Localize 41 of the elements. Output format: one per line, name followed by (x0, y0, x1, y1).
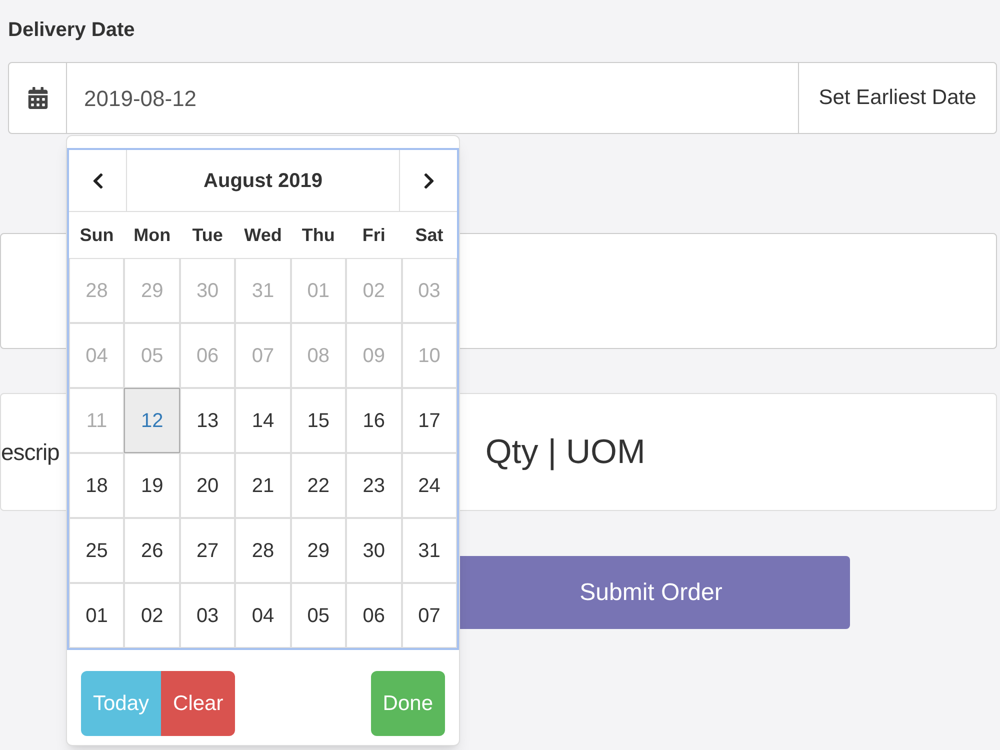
day-cell[interactable]: 27 (180, 518, 236, 583)
day-cell[interactable]: 23 (346, 453, 402, 518)
day-cell[interactable]: 28 (235, 518, 291, 583)
weekday-header: Mon (132, 224, 172, 246)
chevron-left-icon (90, 172, 104, 190)
day-cell[interactable]: 25 (69, 518, 124, 583)
chevron-right-icon (422, 172, 436, 190)
month-title[interactable]: August 2019 (127, 150, 399, 211)
day-cell[interactable]: 17 (402, 388, 457, 453)
day-cell[interactable]: 20 (180, 453, 236, 518)
day-cell[interactable]: 01 (69, 583, 124, 648)
day-cell[interactable]: 06 (346, 583, 402, 648)
day-cell[interactable]: 12 (124, 388, 180, 453)
day-cell[interactable]: 05 (290, 583, 346, 648)
weekday-header: Tue (191, 224, 224, 246)
weekday-header: Sat (414, 224, 444, 246)
day-cell[interactable]: 22 (290, 453, 346, 518)
day-cell[interactable]: 03 (180, 583, 236, 648)
day-cell[interactable]: 18 (69, 453, 124, 518)
weekday-header: Sun (78, 224, 115, 246)
day-cell[interactable]: 26 (124, 518, 180, 583)
weekday-header: Thu (300, 224, 336, 246)
field-label: Delivery Date (8, 18, 135, 43)
datepicker-button[interactable]: Clear (161, 671, 236, 736)
day-cell[interactable]: 16 (346, 388, 402, 453)
day-cell[interactable]: 29 (290, 518, 346, 583)
day-cell[interactable]: 24 (402, 453, 457, 518)
weekday-header: Wed (243, 224, 283, 246)
day-cell[interactable]: 07 (402, 583, 457, 648)
day-cell[interactable]: 13 (180, 388, 236, 453)
day-cell[interactable]: 19 (124, 453, 180, 518)
day-cell[interactable]: 02 (124, 583, 180, 648)
day-cell[interactable]: 14 (235, 388, 291, 453)
description-label: escrip (1, 438, 60, 467)
day-cell[interactable]: 31 (402, 518, 457, 583)
weekday-header: Fri (361, 224, 386, 246)
day-cell[interactable]: 21 (235, 453, 291, 518)
day-cell[interactable]: 04 (235, 583, 291, 648)
day-cell[interactable]: 30 (346, 518, 402, 583)
qty-uom-label: Qty | UOM (485, 432, 646, 472)
day-cell[interactable]: 15 (290, 388, 346, 453)
